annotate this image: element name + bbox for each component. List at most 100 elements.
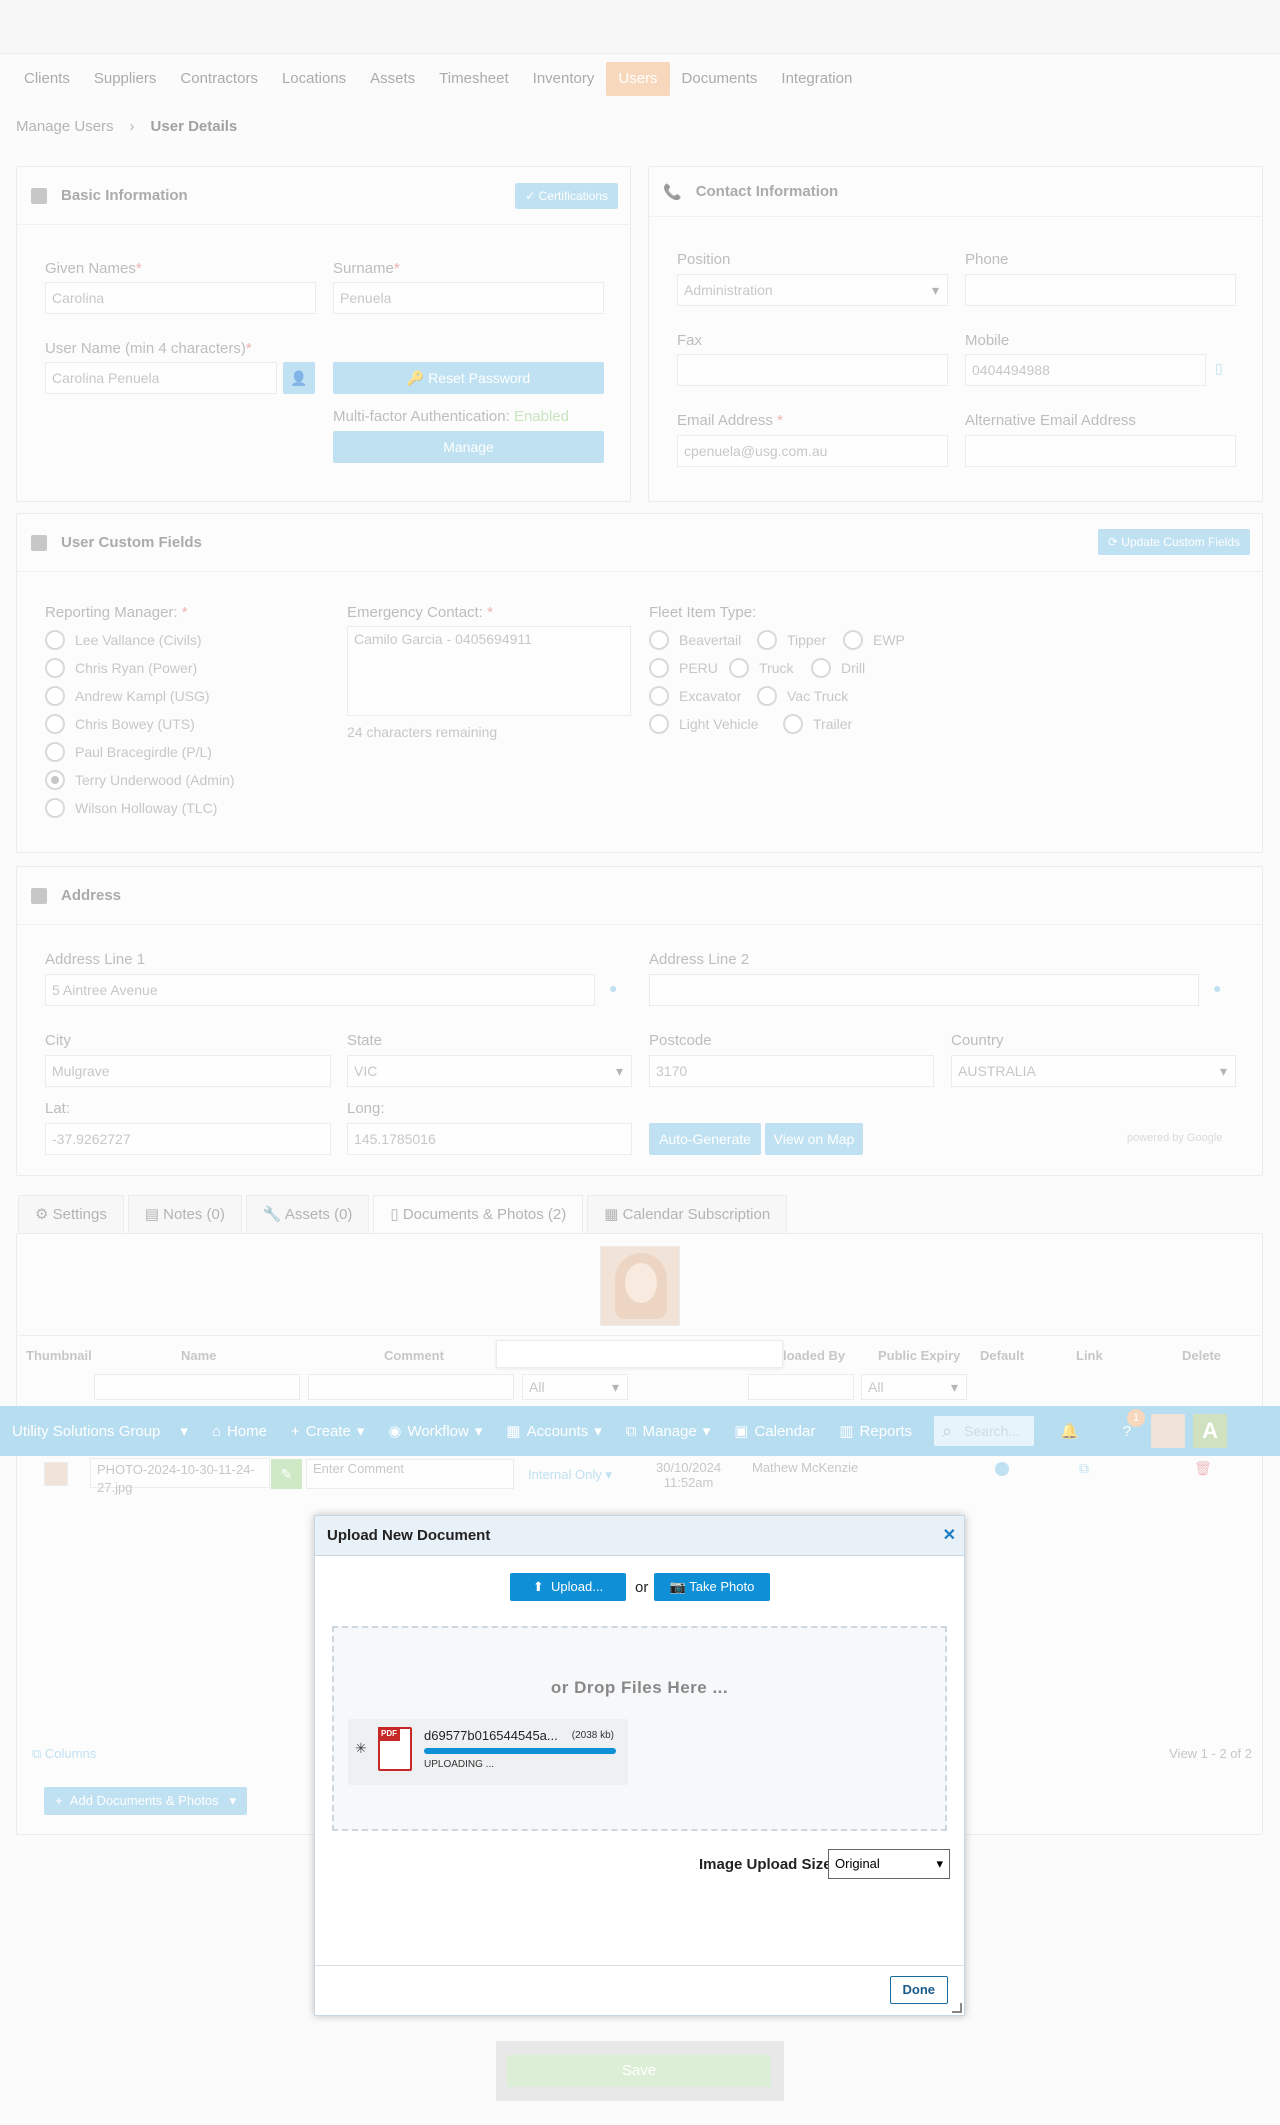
tab-documents-photos[interactable]: ▯ Documents & Photos (2) [373, 1195, 584, 1233]
radio-icon [649, 658, 669, 678]
image-upload-size-select[interactable]: Original [828, 1849, 950, 1879]
manager-option[interactable]: Andrew Kampl (USG) [45, 686, 210, 706]
manager-option[interactable]: Paul Bracegirdle (P/L) [45, 742, 212, 762]
menu-contractors[interactable]: Contractors [168, 62, 270, 96]
address-line2-input[interactable] [649, 974, 1199, 1006]
state-select[interactable]: VIC [347, 1055, 632, 1087]
tab-settings[interactable]: ⚙ Settings [18, 1195, 124, 1233]
username-input[interactable]: Carolina Penuela [45, 362, 277, 394]
email-input[interactable]: cpenuela@usg.com.au [677, 435, 948, 467]
drop-zone[interactable]: or Drop Files Here ... ✳ PDF d69577b0165… [332, 1626, 947, 1831]
fleet-option[interactable]: Beavertail [649, 630, 741, 650]
reset-password-button[interactable]: 🔑 Reset Password [333, 362, 604, 394]
nav-calendar[interactable]: ▣ Calendar [722, 1422, 827, 1441]
tab-assets[interactable]: 🔧 Assets (0) [245, 1195, 370, 1233]
nav-workflow[interactable]: ◉ Workflow ▾ [376, 1422, 494, 1441]
fleet-option[interactable]: PERU [649, 658, 718, 678]
radio-icon [45, 686, 65, 706]
comment-filter-input[interactable] [308, 1374, 514, 1400]
nav-accounts[interactable]: ▦ Accounts ▾ [494, 1422, 613, 1441]
fleet-option[interactable]: Drill [811, 658, 865, 678]
view-on-map-button[interactable]: View on Map [765, 1123, 863, 1155]
manager-option[interactable]: Chris Bowey (UTS) [45, 714, 195, 734]
fleet-option[interactable]: Vac Truck [757, 686, 848, 706]
uploaded-by-filter-input[interactable] [748, 1374, 854, 1400]
long-input[interactable]: 145.1785016 [347, 1123, 632, 1155]
row-thumbnail[interactable] [44, 1462, 68, 1486]
menu-users[interactable]: Users [606, 62, 670, 96]
country-select[interactable]: AUSTRALIA [951, 1055, 1236, 1087]
org-switcher[interactable]: Utility Solutions Group ▾ [0, 1422, 200, 1441]
mfa-manage-button[interactable]: Manage [333, 431, 604, 463]
menu-timesheet[interactable]: Timesheet [427, 62, 520, 96]
manager-option-selected[interactable]: Terry Underwood (Admin) [45, 770, 235, 790]
emergency-contact-textarea[interactable]: Camilo Garcia - 0405694911 [347, 626, 631, 716]
phone-input[interactable] [965, 274, 1236, 306]
take-photo-button[interactable]: 📷 Take Photo [654, 1573, 770, 1601]
pencil-icon[interactable]: ✎ [271, 1459, 302, 1489]
manager-option[interactable]: Wilson Holloway (TLC) [45, 798, 217, 818]
fleet-option[interactable]: Tipper [757, 630, 826, 650]
menu-integration[interactable]: Integration [769, 62, 864, 96]
nav-reports[interactable]: ▥ Reports [827, 1422, 924, 1441]
help-icon[interactable]: ? 1 [1111, 1408, 1146, 1440]
trash-icon[interactable]: 🗑 [1194, 1460, 1212, 1477]
menu-clients[interactable]: Clients [12, 62, 82, 96]
fleet-option[interactable]: Truck [729, 658, 793, 678]
tab-calendar-subscription[interactable]: ▦ Calendar Subscription [587, 1195, 788, 1233]
mobile-input[interactable]: 0404494988 [965, 354, 1206, 386]
fleet-option[interactable]: Trailer [783, 714, 852, 734]
modal-title: Upload New Document [327, 1527, 491, 1544]
profile-photo-thumbnail[interactable] [600, 1246, 680, 1326]
save-button[interactable]: Save [507, 2055, 771, 2087]
map-pin-icon[interactable]: ● [609, 980, 617, 996]
external-link-icon[interactable]: ⧉ [1079, 1460, 1089, 1477]
menu-assets[interactable]: Assets [358, 62, 427, 96]
breadcrumb-manage-users[interactable]: Manage Users [16, 118, 114, 135]
fleet-option[interactable]: Excavator [649, 686, 741, 706]
user-lookup-button[interactable]: 👤 [283, 362, 315, 394]
nav-search-input[interactable]: Search... [934, 1416, 1035, 1446]
mobile-phone-icon[interactable]: ▯ [1215, 360, 1223, 377]
nav-create[interactable]: + Create ▾ [279, 1422, 376, 1441]
lat-input[interactable]: -37.9262727 [45, 1123, 331, 1155]
city-input[interactable]: Mulgrave [45, 1055, 331, 1087]
fleet-option[interactable]: Light Vehicle [649, 714, 758, 734]
position-select[interactable]: Administration [677, 274, 948, 306]
address-line1-input[interactable]: 5 Aintree Avenue [45, 974, 595, 1006]
row-comment-input[interactable]: Enter Comment [306, 1459, 514, 1489]
menu-suppliers[interactable]: Suppliers [82, 62, 169, 96]
done-button[interactable]: Done [889, 1976, 948, 2004]
close-icon[interactable]: ✕ [943, 1525, 956, 1545]
manager-option[interactable]: Chris Ryan (Power) [45, 658, 197, 678]
row-visibility-select[interactable]: Internal Only ▾ [528, 1467, 612, 1483]
given-names-input[interactable]: Carolina [45, 282, 316, 314]
add-documents-button[interactable]: + Add Documents & Photos ▾ [44, 1787, 247, 1815]
row-default-radio[interactable] [995, 1462, 1009, 1476]
expiry-filter-select[interactable]: All [861, 1374, 967, 1400]
visibility-filter-select[interactable]: All [522, 1374, 628, 1400]
tab-notes[interactable]: ▤ Notes (0) [127, 1195, 242, 1233]
fax-input[interactable] [677, 354, 948, 386]
alt-email-input[interactable] [965, 435, 1236, 467]
nav-manage[interactable]: ⧉ Manage ▾ [614, 1422, 722, 1441]
menu-documents[interactable]: Documents [670, 62, 770, 96]
avatar[interactable] [1151, 1414, 1186, 1448]
resize-handle[interactable] [952, 2003, 962, 2013]
postcode-input[interactable]: 3170 [649, 1055, 934, 1087]
manager-option[interactable]: Lee Vallance (Civils) [45, 630, 202, 650]
upload-button[interactable]: ⬆ Upload... [510, 1573, 626, 1601]
certifications-button[interactable]: ✓ Certifications [515, 183, 618, 209]
name-filter-input[interactable] [94, 1374, 300, 1400]
bell-icon[interactable]: 🔔 [1048, 1422, 1091, 1440]
auto-generate-button[interactable]: Auto-Generate [649, 1123, 761, 1155]
menu-locations[interactable]: Locations [270, 62, 358, 96]
map-pin-icon[interactable]: ● [1213, 980, 1221, 996]
update-custom-fields-button[interactable]: ⟳ Update Custom Fields [1097, 529, 1250, 555]
row-name-input[interactable]: PHOTO-2024-10-30-11-24-27.jpg [90, 1458, 270, 1495]
columns-link[interactable]: ⧉ Columns [32, 1746, 96, 1762]
surname-input[interactable]: Penuela [333, 282, 604, 314]
menu-inventory[interactable]: Inventory [521, 62, 607, 96]
fleet-option[interactable]: EWP [843, 630, 905, 650]
nav-home[interactable]: ⌂ Home [200, 1423, 279, 1440]
